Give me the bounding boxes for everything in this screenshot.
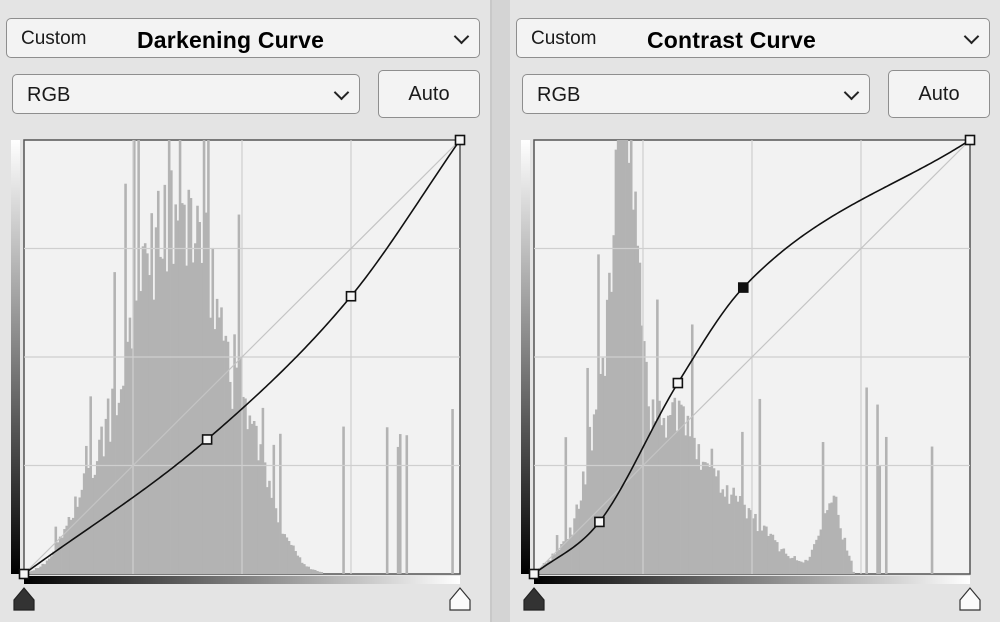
preset-title: Contrast Curve (647, 27, 816, 53)
preset-dropdown[interactable]: Custom Contrast Curve (516, 18, 990, 58)
curve-control-point[interactable] (528, 568, 540, 580)
curve-graph[interactable] (10, 134, 475, 622)
histogram-bar (884, 436, 888, 574)
curve-graph[interactable] (520, 134, 985, 622)
curve-control-point[interactable] (964, 134, 976, 146)
channel-dropdown[interactable]: RGB (12, 74, 360, 114)
curve-control-point[interactable] (594, 516, 605, 528)
auto-button[interactable]: Auto (378, 70, 480, 118)
chevron-down-icon (333, 84, 350, 101)
auto-button[interactable]: Auto (888, 70, 990, 118)
panel-divider (490, 0, 510, 622)
histogram-bar (398, 434, 402, 574)
preset-value: Custom (21, 28, 87, 49)
histogram-bar (405, 435, 409, 574)
curve-control-point-selected[interactable] (737, 282, 749, 293)
channel-dropdown[interactable]: RGB (522, 74, 870, 114)
preset-value: Custom (531, 28, 597, 49)
curves-panel-right: Custom Contrast Curve RGB Auto (510, 0, 1000, 622)
curve-control-point[interactable] (345, 290, 357, 302)
chevron-down-icon (963, 28, 980, 45)
curve-control-point[interactable] (454, 134, 466, 146)
white-point-slider-icon[interactable] (449, 587, 471, 611)
output-gradient-bar (521, 140, 530, 574)
curves-panel-left: Custom Darkening Curve RGB Auto (0, 0, 490, 622)
preset-title: Darkening Curve (137, 27, 325, 53)
black-point-slider-icon[interactable] (523, 587, 545, 611)
histogram-bar (852, 571, 855, 574)
histogram-bar (878, 465, 882, 574)
white-point-slider-icon[interactable] (959, 587, 981, 611)
output-gradient-bar (11, 140, 20, 574)
histogram-bar (385, 427, 389, 574)
channel-value: RGB (27, 84, 71, 106)
histogram-bar (865, 387, 868, 574)
channel-value: RGB (537, 84, 581, 106)
curve-graph-svg[interactable] (10, 134, 475, 622)
curve-control-point[interactable] (672, 377, 684, 389)
chevron-down-icon (843, 84, 860, 101)
histogram-bar (320, 572, 324, 574)
curve-control-point[interactable] (18, 568, 30, 580)
input-gradient-bar (24, 576, 460, 584)
input-gradient-bar (534, 576, 970, 584)
histogram-bar (451, 409, 454, 574)
black-point-slider-icon[interactable] (13, 587, 35, 611)
chevron-down-icon (453, 28, 470, 45)
curve-graph-svg[interactable] (520, 134, 985, 622)
curve-control-point[interactable] (201, 434, 213, 445)
histogram-bar (342, 426, 345, 574)
preset-dropdown[interactable]: Custom Darkening Curve (6, 18, 480, 58)
